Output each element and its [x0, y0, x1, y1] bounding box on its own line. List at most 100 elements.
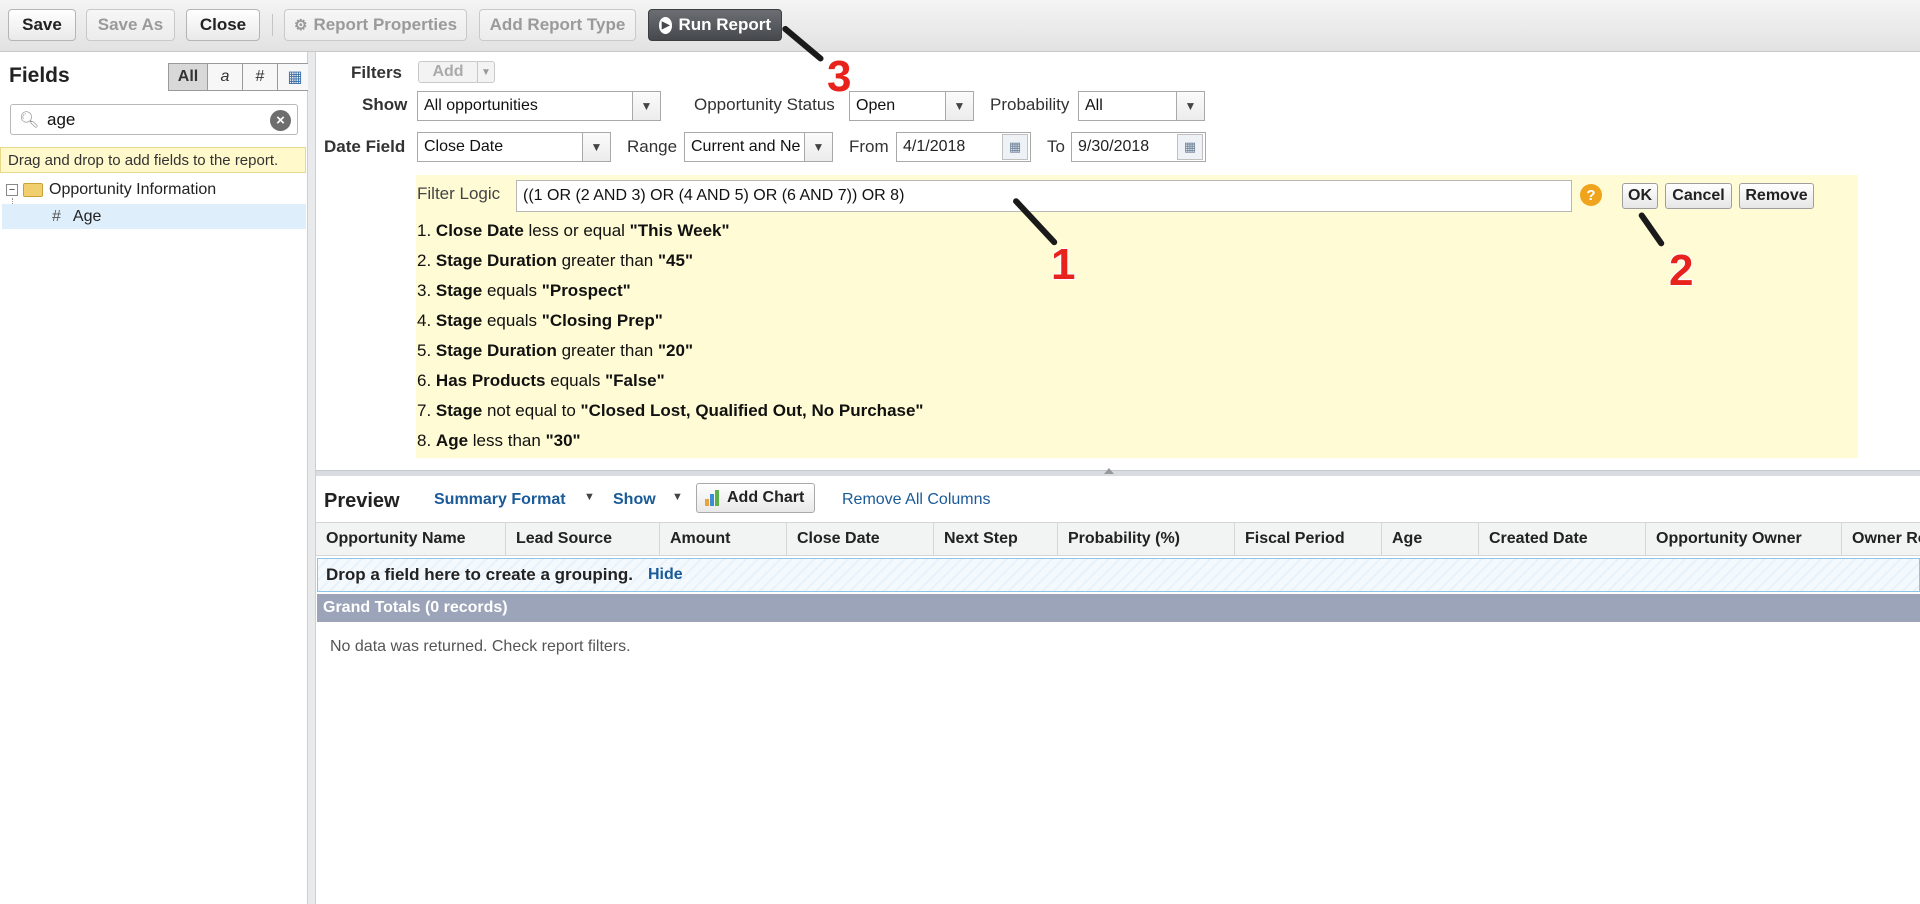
- filter-criterion[interactable]: 7. Stage not equal to "Closed Lost, Qual…: [417, 396, 924, 426]
- criterion-number: 3.: [417, 281, 432, 300]
- date-field-select[interactable]: Close Date ▼: [417, 132, 611, 162]
- column-header[interactable]: Probability (%): [1058, 523, 1235, 555]
- column-header[interactable]: Opportunity Owner: [1646, 523, 1842, 555]
- save-as-button[interactable]: Save As: [86, 9, 175, 41]
- calendar-icon[interactable]: ▦: [1002, 134, 1028, 160]
- add-filter-button[interactable]: Add: [418, 61, 478, 83]
- filter-criterion[interactable]: 5. Stage Duration greater than "20": [417, 336, 924, 366]
- no-data-message: No data was returned. Check report filte…: [330, 638, 631, 655]
- filter-criterion[interactable]: 4. Stage equals "Closing Prep": [417, 306, 924, 336]
- chevron-down-icon[interactable]: ▼: [672, 491, 683, 503]
- range-select-value: Current and Ne: [691, 138, 801, 155]
- criterion-value: "Prospect": [541, 281, 631, 300]
- add-filter-dropdown-icon[interactable]: ▼: [477, 61, 495, 83]
- column-header[interactable]: Close Date: [787, 523, 934, 555]
- report-properties-button[interactable]: ⚙ Report Properties: [284, 9, 467, 41]
- filter-criterion[interactable]: 2. Stage Duration greater than "45": [417, 246, 924, 276]
- criterion-value: "30": [545, 431, 581, 450]
- from-label: From: [849, 137, 889, 156]
- criterion-field: Stage: [435, 401, 483, 420]
- from-date-field[interactable]: 4/1/2018 ▦: [896, 132, 1031, 162]
- column-header[interactable]: Lead Source: [506, 523, 660, 555]
- column-header-row: Opportunity Name Lead Source Amount Clos…: [316, 522, 1920, 556]
- callout-3-number: 3: [826, 51, 853, 102]
- criterion-value: "False": [605, 371, 665, 390]
- grouping-drop-zone[interactable]: Drop a field here to create a grouping. …: [317, 558, 1920, 592]
- tab-text-fields[interactable]: a: [207, 63, 243, 91]
- column-header[interactable]: Fiscal Period: [1235, 523, 1382, 555]
- add-report-type-button[interactable]: Add Report Type: [479, 9, 636, 41]
- field-search: 🔍︎ ×: [10, 104, 298, 135]
- filter-logic-input[interactable]: [516, 180, 1572, 212]
- preview-title: Preview: [324, 490, 400, 512]
- opportunity-status-label: Opportunity Status: [694, 95, 835, 114]
- field-search-input[interactable]: [45, 108, 265, 131]
- probability-select[interactable]: All ▼: [1078, 91, 1205, 121]
- range-label: Range: [627, 137, 678, 156]
- show-dropdown[interactable]: Show: [613, 491, 656, 509]
- to-date-field[interactable]: 9/30/2018 ▦: [1071, 132, 1206, 162]
- show-select[interactable]: All opportunities ▼: [417, 91, 661, 121]
- callout-2-number: 2: [1668, 245, 1695, 296]
- resize-grip-icon[interactable]: [1104, 468, 1114, 474]
- criterion-operator: greater than: [561, 251, 654, 270]
- criterion-operator: equals: [486, 311, 538, 330]
- opportunity-status-select[interactable]: Open ▼: [849, 91, 974, 121]
- criterion-operator: greater than: [561, 341, 654, 360]
- play-icon: ▶: [659, 16, 673, 34]
- criterion-operator: less or equal: [528, 221, 625, 240]
- filter-criterion[interactable]: 6. Has Products equals "False": [417, 366, 924, 396]
- criterion-operator: less than: [472, 431, 541, 450]
- filter-criterion[interactable]: 3. Stage equals "Prospect": [417, 276, 924, 306]
- clear-search-icon[interactable]: ×: [270, 110, 291, 131]
- tree-folder-opportunity-information[interactable]: − Opportunity Information: [6, 178, 216, 202]
- search-icon: 🔍︎: [19, 111, 40, 129]
- report-properties-label: Report Properties: [313, 15, 458, 34]
- tab-all[interactable]: All: [168, 63, 208, 91]
- filters-label: Filters: [351, 63, 403, 82]
- remove-button[interactable]: Remove: [1739, 183, 1814, 209]
- date-field-label: Date Field: [324, 137, 406, 156]
- cancel-button[interactable]: Cancel: [1665, 183, 1732, 209]
- status-select-value: Open: [856, 97, 896, 114]
- date-field-select-value: Close Date: [424, 138, 504, 155]
- tree-item-age[interactable]: # Age: [2, 204, 306, 229]
- chevron-down-icon[interactable]: ▼: [584, 491, 595, 503]
- ok-button[interactable]: OK: [1622, 183, 1658, 209]
- criterion-operator: not equal to: [486, 401, 576, 420]
- column-header[interactable]: Amount: [660, 523, 787, 555]
- filter-criterion[interactable]: 1. Close Date less or equal "This Week": [417, 216, 924, 246]
- chevron-down-icon: ▼: [582, 133, 610, 161]
- column-header[interactable]: Opportunity Name: [316, 523, 506, 555]
- criterion-number: 2.: [417, 251, 432, 270]
- remove-all-columns-link[interactable]: Remove All Columns: [842, 491, 991, 509]
- criterion-field: Stage: [435, 281, 483, 300]
- to-date-value: 9/30/2018: [1078, 138, 1150, 155]
- summary-format-dropdown[interactable]: Summary Format: [434, 491, 566, 509]
- criterion-field: Has Products: [435, 371, 546, 390]
- probability-select-value: All: [1085, 97, 1103, 114]
- save-button[interactable]: Save: [8, 9, 76, 41]
- criterion-value: "45": [657, 251, 694, 270]
- calendar-icon[interactable]: ▦: [1177, 134, 1203, 160]
- filter-criterion[interactable]: 8. Age less than "30": [417, 426, 924, 456]
- hide-link[interactable]: Hide: [648, 566, 683, 584]
- column-header[interactable]: Created Date: [1479, 523, 1646, 555]
- panel-resizer[interactable]: [308, 52, 316, 904]
- tab-numeric-fields[interactable]: #: [242, 63, 278, 91]
- column-header[interactable]: Age: [1382, 523, 1479, 555]
- criterion-field: Close Date: [435, 221, 524, 240]
- column-header[interactable]: Owner Rol: [1842, 523, 1920, 555]
- help-icon[interactable]: ?: [1580, 184, 1602, 206]
- add-chart-button[interactable]: Add Chart: [696, 483, 816, 513]
- fields-title: Fields: [9, 64, 70, 87]
- criterion-operator: equals: [550, 371, 601, 390]
- criterion-value: "20": [657, 341, 694, 360]
- collapse-icon[interactable]: −: [6, 184, 18, 196]
- callout-1-number: 1: [1050, 239, 1077, 290]
- range-select[interactable]: Current and Ne ▼: [684, 132, 833, 162]
- column-header[interactable]: Next Step: [934, 523, 1058, 555]
- show-label: Show: [362, 95, 408, 114]
- close-button[interactable]: Close: [186, 9, 260, 41]
- run-report-button[interactable]: ▶ Run Report: [648, 9, 782, 41]
